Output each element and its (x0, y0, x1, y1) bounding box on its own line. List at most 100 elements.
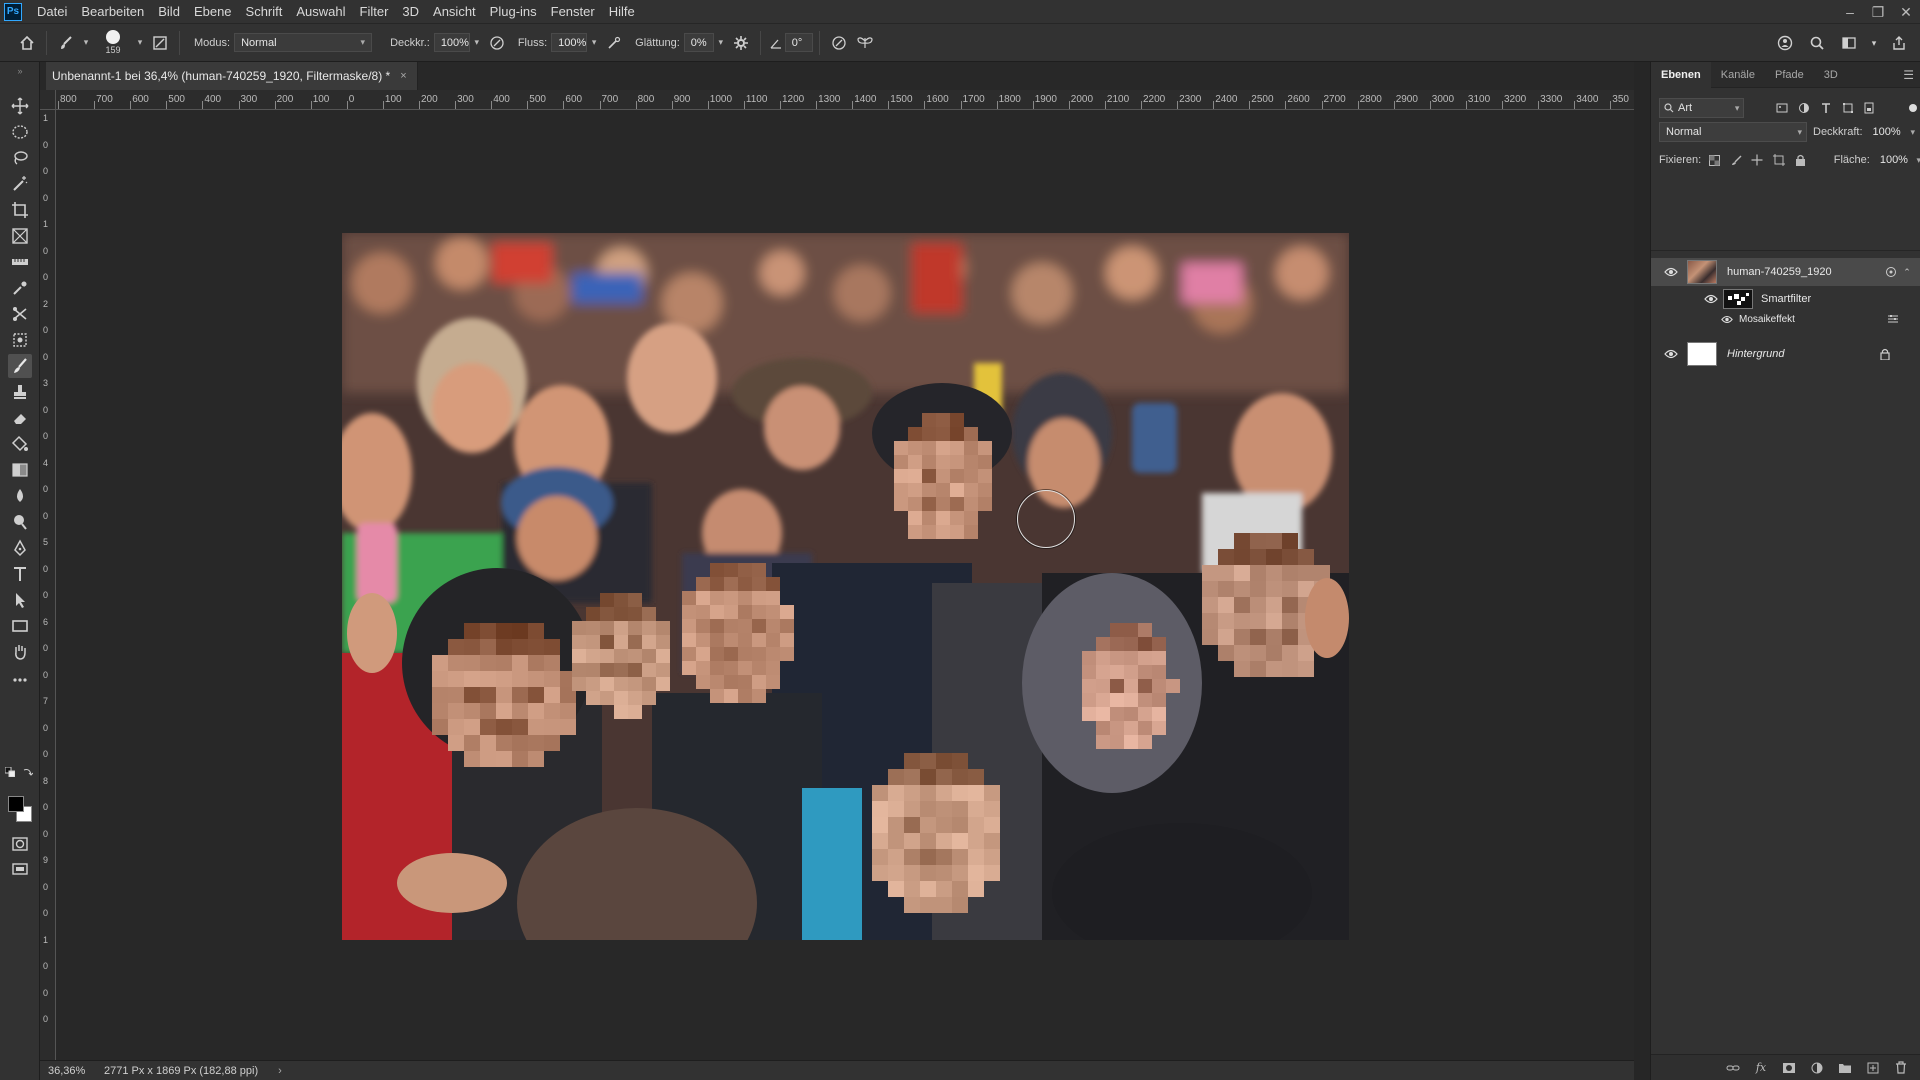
lock-artboard-icon[interactable] (1771, 152, 1786, 168)
chevron-down-icon[interactable]: ▾ (133, 33, 147, 52)
layer-name[interactable]: Hintergrund (1727, 348, 1784, 360)
layer-thumbnail[interactable] (1687, 260, 1717, 284)
magic-wand-tool-icon[interactable] (8, 172, 32, 196)
eye-visibility-icon[interactable] (1663, 264, 1679, 280)
menu-fenster[interactable]: Fenster (544, 0, 602, 24)
crop-tool-icon[interactable] (8, 198, 32, 222)
eye-visibility-icon[interactable] (1719, 311, 1735, 327)
tab-kanaele[interactable]: Kanäle (1711, 62, 1765, 88)
add-mask-icon[interactable] (1781, 1060, 1797, 1076)
blend-mode-select[interactable]: Normal ▾ (1659, 122, 1807, 142)
menu-bearbeiten[interactable]: Bearbeiten (74, 0, 151, 24)
paint-bucket-tool-icon[interactable] (8, 432, 32, 456)
lock-position-icon[interactable] (1750, 152, 1765, 168)
menu-auswahl[interactable]: Auswahl (289, 0, 352, 24)
filter-blending-options-icon[interactable] (1885, 311, 1901, 327)
chevron-down-icon[interactable]: ▾ (470, 33, 484, 52)
new-layer-icon[interactable] (1865, 1060, 1881, 1076)
type-tool-icon[interactable] (8, 562, 32, 586)
crowd-photo[interactable] (342, 233, 1349, 940)
tab-ebenen[interactable]: Ebenen (1651, 61, 1711, 88)
vertical-ruler[interactable]: 1 0 0 0 1 0 0 2 0 0 3 0 0 4 0 0 5 0 0 6 0 0 7 0 0 8 0 0 9 0 0 1 0 0 0 (40, 110, 56, 1060)
mode-select[interactable]: Normal ▾ (234, 33, 373, 52)
hand-tool-icon[interactable] (8, 640, 32, 664)
new-group-folder-icon[interactable] (1837, 1060, 1853, 1076)
layer-filter-select[interactable]: Art ▾ (1659, 98, 1745, 118)
menu-ebene[interactable]: Ebene (187, 0, 239, 24)
eye-visibility-icon[interactable] (1703, 291, 1719, 307)
learn-icon[interactable] (1772, 30, 1798, 56)
chevron-down-icon[interactable]: ▾ (587, 33, 601, 52)
filter-pixel-icon[interactable] (1774, 100, 1790, 116)
filter-toggle-icon[interactable] (1905, 100, 1920, 116)
rectangle-tool-icon[interactable] (8, 614, 32, 638)
layer-opacity-field[interactable]: 100% (1867, 122, 1911, 142)
swap-colors-icon[interactable] (22, 766, 34, 778)
angle-field[interactable]: 0° (784, 33, 813, 52)
layer-row-smart-object[interactable]: human-740259_1920 ⌃ (1651, 258, 1920, 286)
canvas-area[interactable] (56, 110, 1634, 1060)
marquee-tool-icon[interactable] (8, 120, 32, 144)
menu-datei[interactable]: Datei (30, 0, 74, 24)
filter-adjustment-icon[interactable] (1796, 100, 1812, 116)
smoothing-field[interactable]: 0% (683, 33, 714, 52)
close-tab-button[interactable]: × (400, 70, 406, 82)
opacity-field[interactable]: 100% (433, 33, 470, 52)
close-button[interactable]: ✕ (1892, 0, 1920, 24)
pressure-opacity-icon[interactable] (484, 30, 510, 56)
fx-icon[interactable]: fx (1753, 1060, 1769, 1076)
trash-icon[interactable] (1893, 1060, 1909, 1076)
ruler-origin[interactable] (40, 90, 56, 110)
flow-field[interactable]: 100% (551, 33, 588, 52)
layer-thumbnail[interactable] (1687, 342, 1717, 366)
restore-button[interactable]: ❐ (1864, 0, 1892, 24)
dodge-tool-icon[interactable] (8, 510, 32, 534)
stamp-tool-icon[interactable] (8, 380, 32, 404)
smoothing-settings-gear-icon[interactable] (728, 30, 754, 56)
filter-type-icon[interactable] (1818, 100, 1834, 116)
collapse-chevron-icon[interactable]: » (8, 66, 32, 76)
default-colors-icon[interactable] (4, 766, 16, 778)
layer-row-background[interactable]: Hintergrund (1651, 340, 1920, 368)
foreground-color-swatch[interactable] (8, 796, 24, 812)
healing-tool-icon[interactable] (8, 302, 32, 326)
chevron-down-icon[interactable]: ▾ (1911, 127, 1916, 138)
pen-tool-icon[interactable] (8, 536, 32, 560)
status-menu-arrow[interactable]: › (278, 1065, 282, 1077)
ruler-tool-icon[interactable] (8, 250, 32, 274)
menu-bild[interactable]: Bild (151, 0, 187, 24)
filter-shape-icon[interactable] (1840, 100, 1856, 116)
pressure-size-icon[interactable] (826, 30, 852, 56)
adjustment-layer-icon[interactable] (1809, 1060, 1825, 1076)
lock-pixels-brush-icon[interactable] (1729, 152, 1744, 168)
more-tools-icon[interactable] (8, 668, 32, 692)
filter-mask-thumbnail[interactable] (1723, 289, 1753, 309)
menu-filter[interactable]: Filter (353, 0, 396, 24)
layer-name[interactable]: human-740259_1920 (1727, 266, 1832, 278)
frame-tool-icon[interactable] (8, 224, 32, 248)
lock-all-icon[interactable] (1792, 152, 1807, 168)
document-tab[interactable]: Unbenannt-1 bei 36,4% (human-740259_1920… (46, 62, 418, 90)
chevron-down-icon[interactable]: ▾ (714, 33, 728, 52)
quick-mask-icon[interactable] (8, 832, 32, 856)
menu-plugins[interactable]: Plug-ins (483, 0, 544, 24)
search-icon[interactable] (1804, 30, 1830, 56)
layer-row-smart-filter[interactable]: Smartfilter (1651, 288, 1920, 310)
brush-settings-icon[interactable] (147, 30, 173, 56)
content-aware-move-icon[interactable] (8, 328, 32, 352)
screen-mode-icon[interactable] (8, 858, 32, 882)
eye-visibility-icon[interactable] (1663, 346, 1679, 362)
chevron-down-icon[interactable]: ▾ (1868, 30, 1880, 56)
blur-tool-icon[interactable] (8, 484, 32, 508)
symmetry-butterfly-icon[interactable] (852, 30, 878, 56)
tab-pfade[interactable]: Pfade (1765, 62, 1814, 88)
eraser-tool-icon[interactable] (8, 406, 32, 430)
menu-hilfe[interactable]: Hilfe (602, 0, 642, 24)
collapse-chevron-icon[interactable]: ⌃ (1899, 264, 1915, 280)
zoom-level[interactable]: 36,36% (40, 1065, 94, 1077)
home-icon[interactable] (14, 30, 40, 56)
menu-schrift[interactable]: Schrift (239, 0, 290, 24)
share-icon[interactable] (1886, 30, 1912, 56)
layer-row-mosaic-effect[interactable]: Mosaikeffekt (1651, 310, 1920, 328)
airbrush-icon[interactable] (601, 30, 627, 56)
